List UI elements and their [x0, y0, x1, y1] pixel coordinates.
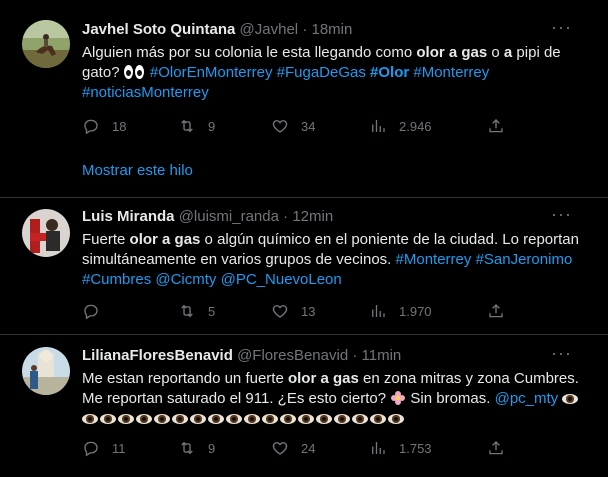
heart-icon — [272, 120, 288, 133]
hashtag-link[interactable]: #noticiasMonterrey — [82, 84, 209, 101]
tweet[interactable]: Javhel Soto Quintana @Javhel · 18min ···… — [0, 0, 608, 198]
avatar[interactable] — [22, 209, 70, 257]
retweet-count: 9 — [208, 440, 216, 456]
author-handle[interactable]: @FloresBenavid — [237, 347, 348, 364]
reply-icon — [84, 304, 98, 320]
hashtag-link[interactable]: #FugaDeGas — [277, 64, 366, 81]
like-count: 24 — [301, 440, 316, 456]
timestamp[interactable]: 12min — [292, 208, 333, 225]
heart-icon — [272, 442, 288, 455]
share-icon — [489, 441, 503, 455]
views-count: 1.753 — [399, 440, 432, 456]
views-button[interactable]: 1.753 — [369, 439, 432, 457]
separator-dot: · — [302, 21, 308, 38]
more-options-button[interactable]: ··· — [551, 18, 572, 36]
highlight-term: olor a gas — [129, 231, 201, 248]
retweet-count: 5 — [208, 303, 216, 319]
views-button[interactable]: 2.946 — [369, 117, 432, 135]
reply-count: 18 — [112, 118, 127, 134]
share-icon — [489, 119, 503, 133]
highlight-term: olor a gas — [287, 370, 359, 387]
tweet-text: Me estan reportando un fuerte olor a gas… — [82, 369, 592, 429]
like-button[interactable]: 24 — [271, 439, 315, 457]
like-button[interactable]: 34 — [271, 117, 315, 135]
hashtag-link[interactable]: #SanJeronimo — [476, 251, 573, 268]
retweet-button[interactable]: 5 — [178, 302, 215, 320]
heart-icon — [272, 305, 288, 318]
hashtag-link[interactable]: #Monterrey — [413, 64, 489, 81]
show-thread-link[interactable]: Mostrar este hilo — [82, 162, 193, 179]
like-count: 34 — [301, 118, 316, 134]
retweet-button[interactable]: 9 — [178, 117, 215, 135]
reply-count: 11 — [112, 440, 126, 456]
share-button[interactable] — [487, 439, 517, 457]
tweet-feed: Javhel Soto Quintana @Javhel · 18min ···… — [0, 0, 608, 477]
avatar[interactable] — [22, 347, 70, 395]
text-segment: Me estan reportando un fuerte — [82, 370, 288, 387]
views-count: 1.970 — [399, 303, 432, 319]
hashtag-link[interactable]: #Cumbres — [82, 271, 151, 288]
retweet-icon — [181, 304, 193, 318]
tweet-header: LilianaFloresBenavid @FloresBenavid · 11… — [82, 346, 592, 366]
avatar[interactable] — [22, 20, 70, 68]
tweet-actions: 5 13 1.970 — [82, 302, 592, 322]
retweet-button[interactable]: 9 — [178, 439, 215, 457]
hashtag-link[interactable]: #Olor — [370, 64, 409, 81]
retweet-icon — [181, 441, 193, 455]
views-icon — [372, 120, 385, 132]
timestamp[interactable]: 11min — [362, 347, 402, 364]
views-icon — [372, 442, 385, 454]
share-button[interactable] — [487, 117, 517, 135]
timestamp[interactable]: 18min — [311, 21, 352, 38]
reply-button[interactable]: 11 — [82, 439, 126, 457]
views-button[interactable]: 1.970 — [369, 302, 432, 320]
hashtag-link[interactable]: #OlorEnMonterrey — [150, 64, 273, 81]
author-name[interactable]: LilianaFloresBenavid — [82, 347, 233, 364]
retweet-count: 9 — [208, 118, 216, 134]
tweet-actions: 18 9 34 2.946 — [82, 117, 592, 137]
tweet-header: Javhel Soto Quintana @Javhel · 18min — [82, 20, 592, 40]
text-segment: Fuerte — [82, 231, 130, 248]
eyes-emoji — [123, 64, 146, 81]
tweet-text: Fuerte olor a gas o algún químico en el … — [82, 230, 592, 290]
hashtag-link[interactable]: #Monterrey — [396, 251, 472, 268]
reply-icon — [84, 441, 98, 457]
author-name[interactable]: Luis Miranda — [82, 208, 175, 225]
reply-icon — [84, 119, 98, 135]
tweet-header: Luis Miranda @luismi_randa · 12min — [82, 207, 592, 227]
text-segment: Sin bromas. — [406, 390, 495, 407]
tweet[interactable]: Luis Miranda @luismi_randa · 12min ··· F… — [0, 198, 608, 335]
share-button[interactable] — [487, 302, 517, 320]
text-segment: o — [487, 44, 504, 61]
text-segment: Alguien más por su colonia le esta llega… — [82, 44, 417, 61]
reply-button[interactable]: 18 — [82, 117, 126, 135]
views-count: 2.946 — [399, 118, 432, 134]
author-handle[interactable]: @luismi_randa — [179, 208, 279, 225]
like-count: 13 — [301, 303, 316, 319]
more-options-button[interactable]: ··· — [551, 205, 572, 223]
author-name[interactable]: Javhel Soto Quintana — [82, 21, 235, 38]
flower-emoji — [390, 390, 406, 406]
tweet-text: Alguien más por su colonia le esta llega… — [82, 43, 592, 103]
mention-link[interactable]: @Cicmty — [155, 271, 216, 288]
highlight-term: olor a gas — [416, 44, 488, 61]
share-icon — [489, 304, 503, 318]
mention-link[interactable]: @PC_NuevoLeon — [221, 271, 342, 288]
reply-button[interactable] — [82, 302, 112, 320]
separator-dot: · — [352, 347, 358, 364]
more-options-button[interactable]: ··· — [551, 344, 572, 362]
tweet[interactable]: LilianaFloresBenavid @FloresBenavid · 11… — [0, 335, 608, 477]
views-icon — [372, 305, 385, 317]
author-handle[interactable]: @Javhel — [240, 21, 299, 38]
mention-link[interactable]: @pc_mty — [495, 390, 559, 407]
highlight-term: a — [503, 44, 513, 61]
tweet-actions: 11 9 24 1.753 — [82, 439, 592, 459]
separator-dot: · — [283, 208, 289, 225]
retweet-icon — [181, 119, 193, 133]
like-button[interactable]: 13 — [271, 302, 315, 320]
